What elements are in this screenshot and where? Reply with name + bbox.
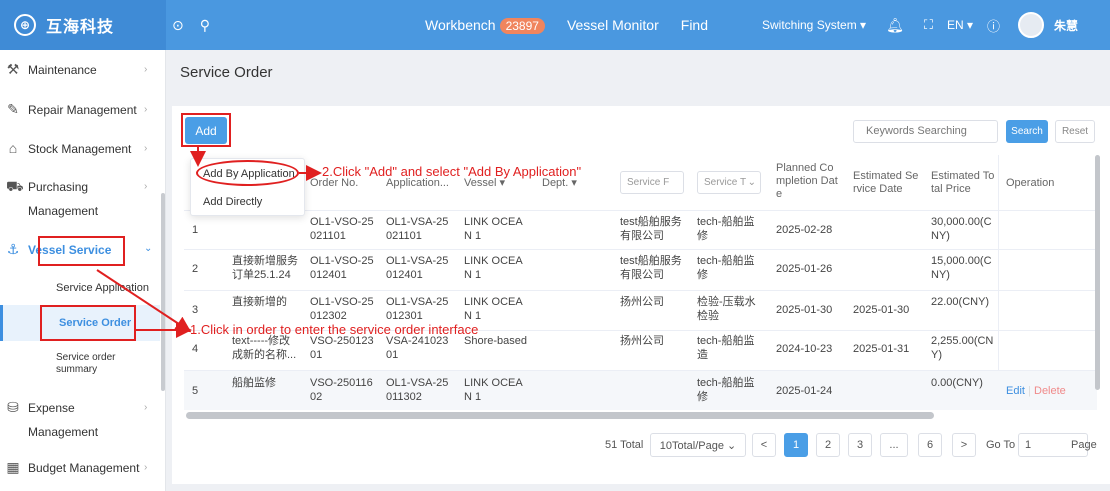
page-button-3[interactable]: 3 [848,433,872,457]
table-horizontal-scrollbar[interactable] [186,412,934,419]
page-size-select[interactable]: 10Total/Page ⌄ [650,433,746,457]
page-button-1[interactable]: 1 [784,433,808,457]
annotation-step1: 1.Click in order to enter the service or… [190,322,479,337]
table-vertical-scrollbar[interactable] [1095,155,1100,390]
page-button-6[interactable]: 6 [918,433,942,457]
prev-page-button[interactable]: < [752,433,776,457]
page-label: Page [1071,439,1097,451]
next-page-button[interactable]: > [952,433,976,457]
pagination-total: 51 Total [605,439,644,451]
page-button-2[interactable]: 2 [816,433,840,457]
arrow-vessel-service-to-step1 [96,269,192,333]
page-ellipsis-button[interactable]: ... [880,433,908,457]
goto-label: Go To [986,439,1016,451]
annotation-step2: 2.Click "Add" and select "Add By Applica… [322,164,582,179]
